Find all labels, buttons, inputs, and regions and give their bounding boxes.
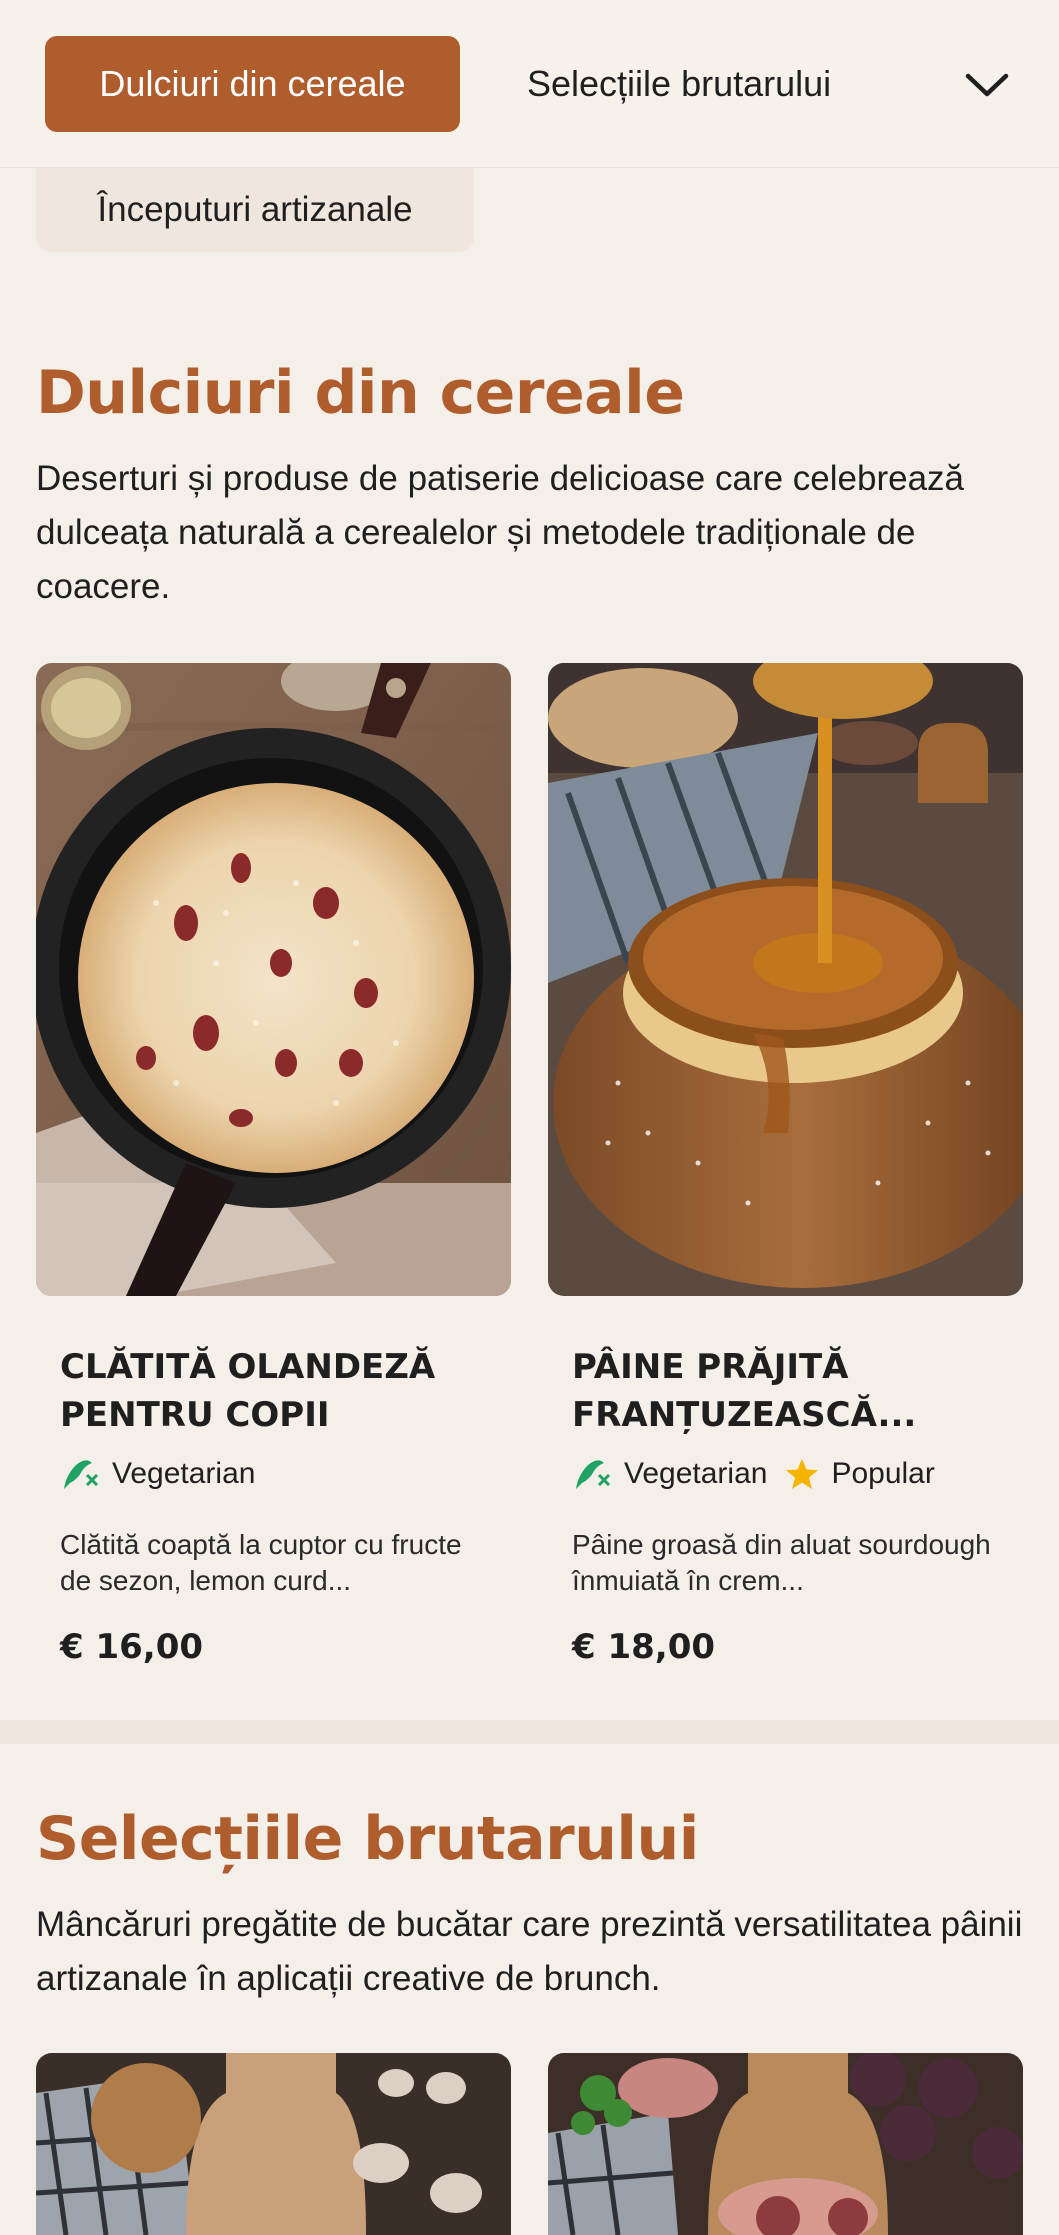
section-title: Selecțiile brutarului — [36, 1804, 699, 1874]
category-tab-inceputuri[interactable]: Începuturi artizanale — [36, 168, 474, 252]
section-description: Deserturi și produse de patiserie delici… — [36, 459, 964, 606]
dish-price: € 16,00 — [60, 1627, 204, 1667]
section-title: Dulciuri din cereale — [36, 358, 685, 428]
vegetarian-icon — [576, 1460, 611, 1489]
vegetarian-icon — [64, 1460, 99, 1489]
dish-tags: Vegetarian — [60, 1455, 273, 1493]
tag-vegetarian: Vegetarian — [60, 1455, 255, 1493]
category-tab-selectiile[interactable]: Selecțiile brutarului — [527, 36, 831, 132]
french-toast-image[interactable] — [548, 663, 1023, 1296]
category-nav: Dulciuri din cereale Selecțiile brutarul… — [0, 0, 1059, 168]
chevron-down-icon[interactable] — [962, 60, 1012, 110]
skillet-pancake-image[interactable] — [36, 663, 511, 1296]
section-divider — [0, 1720, 1059, 1744]
figs-prosciutto-image[interactable] — [548, 2053, 1023, 2235]
mushroom-board-image[interactable] — [36, 2053, 511, 2235]
dish-tags: Vegetarian Popular — [572, 1455, 953, 1493]
dish-name[interactable]: CLĂTITĂ OLANDEZĂ PENTRU COPII — [60, 1343, 490, 1439]
dish-price: € 18,00 — [572, 1627, 716, 1667]
dish-description: Pâine groasă din aluat sourdough înmuiat… — [572, 1529, 991, 1596]
category-tab-dulciuri[interactable]: Dulciuri din cereale — [45, 36, 460, 132]
tag-vegetarian: Vegetarian — [572, 1455, 767, 1493]
star-icon — [786, 1459, 819, 1489]
section-description: Mâncăruri pregătite de bucătar care prez… — [36, 1905, 1023, 1998]
dish-name[interactable]: PÂINE PRĂJITĂ FRANȚUZEASCĂ... — [572, 1343, 1002, 1439]
dish-description: Clătită coaptă la cuptor cu fructe de se… — [60, 1529, 462, 1596]
tag-popular: Popular — [785, 1457, 935, 1491]
